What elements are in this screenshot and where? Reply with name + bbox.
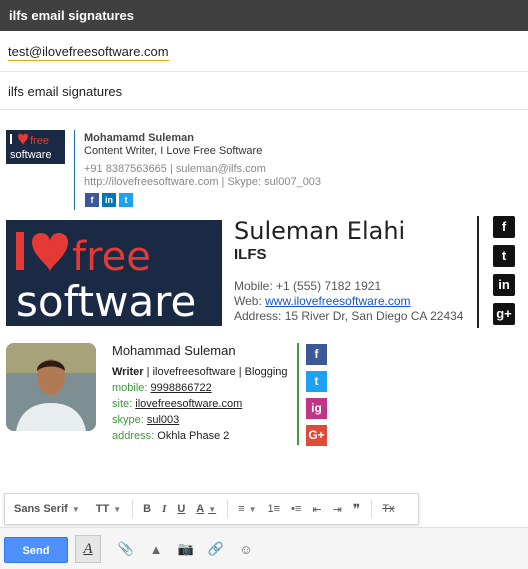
formatting-options-icon[interactable]: A	[75, 535, 101, 563]
photo-icon[interactable]: 📷	[178, 541, 194, 557]
sig2-web-link[interactable]: www.ilovefreesoftware.com	[265, 294, 410, 308]
clear-formatting-icon[interactable]: Tx	[382, 503, 394, 515]
bulleted-list-icon[interactable]: •≡	[291, 503, 301, 515]
window-title: ilfs email signatures	[0, 0, 528, 31]
sig3-name: Mohammad Suleman	[112, 343, 236, 358]
svg-text:software: software	[16, 277, 196, 326]
sig2-divider	[477, 216, 479, 328]
align-icon[interactable]: ≡ ▼	[238, 503, 256, 515]
sig3-site-link[interactable]: ilovefreesoftware.com	[135, 398, 242, 410]
googleplus-icon[interactable]: g+	[493, 303, 515, 325]
sig3-address: Okhla Phase 2	[157, 430, 230, 442]
sig3-site-label: site:	[112, 398, 133, 410]
link-icon[interactable]: 🔗	[208, 541, 224, 557]
subject-field[interactable]: ilfs email signatures	[0, 72, 528, 110]
sig2-name: Suleman Elahi	[234, 217, 406, 245]
ilfs-logo-small: free software	[6, 130, 65, 164]
twitter-icon[interactable]: t	[493, 245, 515, 267]
italic-icon[interactable]: I	[162, 503, 166, 515]
font-size-icon[interactable]: TT ▼	[96, 503, 121, 515]
indent-less-icon[interactable]: ⇤	[312, 503, 321, 516]
to-field[interactable]: test@ilovefreesoftware.com	[0, 31, 528, 72]
svg-text:free: free	[30, 135, 49, 147]
sig3-mobile-label: mobile:	[112, 382, 148, 394]
signature-1-divider	[74, 130, 75, 210]
recipient-chip[interactable]: test@ilovefreesoftware.com	[8, 44, 169, 61]
font-family-select[interactable]: Sans Serif ▼	[14, 503, 80, 515]
facebook-icon[interactable]: f	[493, 216, 515, 238]
twitter-icon[interactable]: t	[306, 371, 327, 392]
instagram-icon[interactable]: ig	[306, 398, 327, 419]
sig2-mobile: +1 (555) 7182 1921	[276, 279, 382, 293]
send-button[interactable]: Send	[4, 537, 68, 563]
sig1-title: Content Writer, I Love Free Software	[84, 145, 263, 157]
indent-more-icon[interactable]: ⇥	[333, 503, 342, 516]
underline-icon[interactable]: U	[177, 503, 185, 515]
sig2-address: Address: 15 River Dr, San Diego CA 22434	[234, 309, 464, 323]
svg-text:software: software	[10, 149, 52, 161]
sig1-name: Mohamamd Suleman	[84, 132, 195, 144]
numbered-list-icon[interactable]: 1≡	[268, 503, 281, 515]
sig3-skype-label: skype:	[112, 414, 144, 426]
compose-bottom-bar: Send A 📎 ▲ 📷 🔗 ☺	[0, 527, 528, 569]
sig1-web: http://ilovefreesoftware.com | Skype: su…	[84, 176, 322, 188]
sig2-company: ILFS	[234, 246, 267, 263]
attach-icon[interactable]: 📎	[118, 541, 134, 557]
facebook-icon[interactable]: f	[85, 193, 99, 207]
formatting-toolbar: Sans Serif ▼ TT ▼ B I U A ▼ ≡ ▼ 1≡ •≡ ⇤ ⇥ ❞ …	[4, 493, 419, 525]
sig2-mobile-label: Mobile:	[234, 279, 277, 293]
ilfs-logo-large: free software	[6, 220, 222, 326]
sig1-contact: +91 8387563665 | suleman@ilfs.com	[84, 163, 266, 175]
sig3-role-rest: | ilovefreesoftware | Blogging	[143, 366, 288, 378]
sig3-role: Writer	[112, 366, 144, 378]
sig3-address-label: address:	[112, 430, 155, 442]
text-color-icon[interactable]: A ▼	[196, 503, 216, 515]
linkedin-icon[interactable]: in	[102, 193, 116, 207]
linkedin-icon[interactable]: in	[493, 274, 515, 296]
facebook-icon[interactable]: f	[306, 344, 327, 365]
avatar	[6, 343, 96, 431]
googleplus-icon[interactable]: G+	[306, 425, 327, 446]
sig3-divider	[297, 343, 299, 445]
bold-icon[interactable]: B	[143, 503, 151, 515]
sig3-skype[interactable]: sul003	[147, 414, 179, 426]
svg-text:free: free	[72, 234, 151, 280]
emoji-icon[interactable]: ☺	[238, 541, 254, 557]
drive-icon[interactable]: ▲	[148, 541, 164, 557]
sig2-web-label: Web:	[234, 294, 266, 308]
sig3-mobile[interactable]: 9998866722	[151, 382, 212, 394]
quote-icon[interactable]: ❞	[353, 501, 361, 518]
twitter-icon[interactable]: t	[119, 193, 133, 207]
